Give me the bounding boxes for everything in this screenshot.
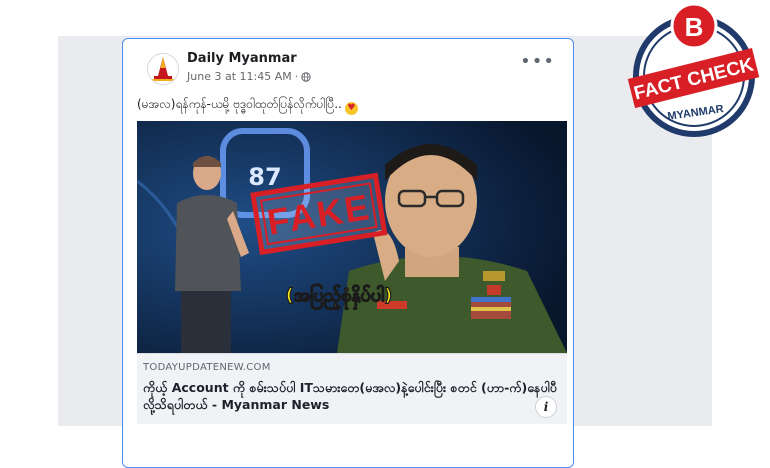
caption-text: (မအလ)ရန်ကုန်-ယမို့ ဗုဒ္ဓဝါထုတ်ပြန်လိုက်ပ… [137, 97, 342, 111]
link-title[interactable]: ကိုယ့် Account ကို စမ်းသပ်ပါ ITသမားတေ(မအ… [143, 379, 563, 413]
post-meta: June 3 at 11:45 AM · [187, 70, 311, 83]
more-options-icon[interactable]: ••• [520, 53, 555, 71]
facebook-post-card: Daily Myanmar June 3 at 11:45 AM · ••• (… [122, 38, 574, 468]
fact-check-badge: B FACT CHECK MYANMAR [627, 2, 760, 137]
globe-icon [301, 71, 311, 82]
link-domain: TODAYUPDATENEW.COM [143, 362, 271, 373]
post-caption: (မအလ)ရန်ကုန်-ယမို့ ဗုဒ္ဓဝါထုတ်ပြန်လိုက်ပ… [137, 96, 557, 115]
screen-number: 87 [248, 163, 281, 191]
post-image[interactable]: 87 FAKE (အပြည့်စုံနှိပ်ပါ) [137, 121, 567, 353]
pagoda-logo-icon [152, 57, 174, 81]
page-avatar[interactable] [147, 53, 179, 85]
badge-letter: B [685, 12, 704, 42]
post-image-art: 87 FAKE (အပြည့်စုံနှိပ်ပါ) [137, 121, 567, 353]
page-name[interactable]: Daily Myanmar [187, 51, 297, 66]
meta-separator: · [294, 70, 299, 83]
heart-eyes-emoji-icon: ♥ [344, 102, 358, 115]
image-overlay-text: (အပြည့်စုံနှိပ်ပါ) [286, 283, 393, 310]
post-timestamp[interactable]: June 3 at 11:45 AM [187, 70, 292, 83]
info-icon[interactable]: i [535, 396, 557, 418]
link-preview[interactable]: TODAYUPDATENEW.COM ကိုယ့် Account ကို စမ… [137, 353, 567, 424]
